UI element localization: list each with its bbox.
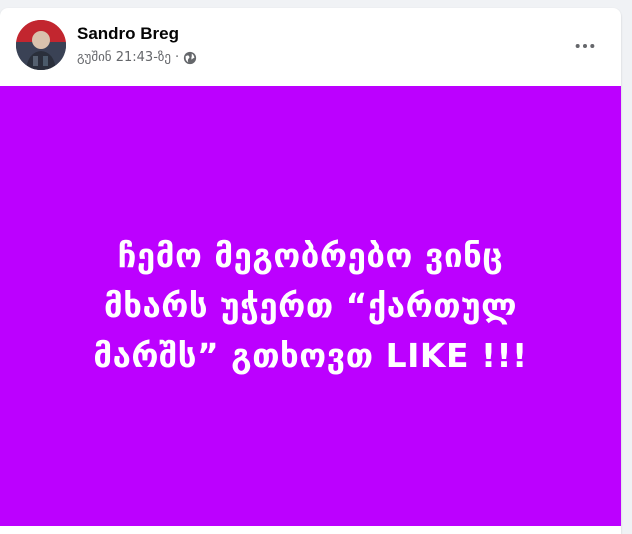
meta-separator: · (175, 50, 180, 65)
post-meta: გუშინ 21:43-ზე · (77, 50, 197, 65)
avatar[interactable] (16, 20, 66, 70)
post-timestamp[interactable]: გუშინ 21:43-ზე (77, 50, 171, 65)
post-card: Sandro Breg გუშინ 21:43-ზე · ჩემო მეგობრ… (0, 8, 621, 534)
post-image[interactable]: ჩემო მეგობრებო ვინც მხარს უჭერთ “ქართულ … (0, 86, 621, 526)
avatar-photo (16, 20, 66, 70)
globe-icon[interactable] (183, 51, 197, 65)
post-image-text: ჩემო მეგობრებო ვინც მხარს უჭერთ “ქართულ … (93, 236, 528, 375)
more-dots-icon (575, 43, 595, 49)
more-options-button[interactable] (567, 34, 603, 58)
author-name[interactable]: Sandro Breg (77, 24, 179, 44)
post-header: Sandro Breg გუშინ 21:43-ზე · (0, 8, 621, 86)
